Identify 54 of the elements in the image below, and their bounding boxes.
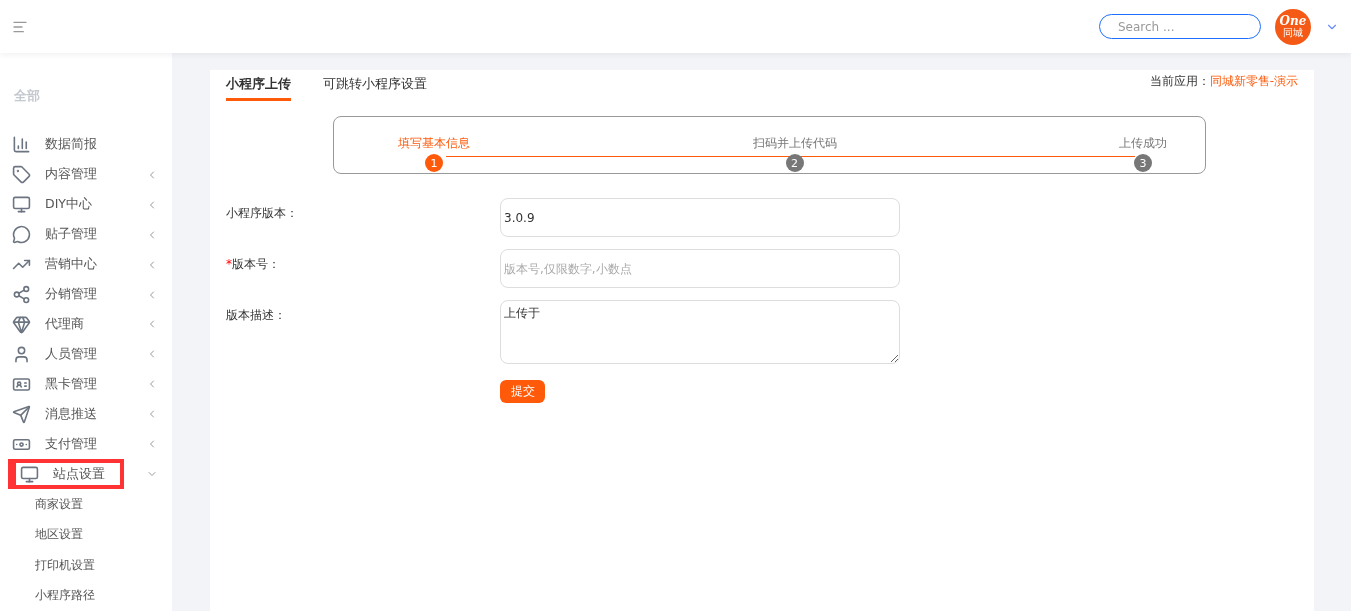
field-label: 小程序版本： bbox=[226, 206, 298, 220]
menu-icon-glyph bbox=[12, 315, 31, 334]
step-number: 2 bbox=[785, 154, 804, 172]
menu-icon-glyph bbox=[12, 404, 31, 424]
input-field[interactable]: 版本号,仅限数字,小数点 bbox=[500, 249, 900, 288]
submenu-item[interactable]: 地区设置 bbox=[0, 519, 172, 551]
menu-icon-glyph bbox=[12, 165, 31, 185]
field-label: *版本号： bbox=[226, 257, 280, 271]
menu-label: 数据简报 bbox=[45, 136, 97, 154]
menu-label: DIY中心 bbox=[45, 196, 92, 214]
current-app-label: 当前应用： bbox=[1149, 73, 1210, 90]
step-label: 上传成功 bbox=[1119, 135, 1167, 152]
menu-label: 站点设置 bbox=[53, 465, 105, 483]
submenu-item[interactable]: 小程序路径 bbox=[0, 580, 172, 611]
field-label: 版本描述： bbox=[226, 308, 286, 322]
menu-label: 代理商 bbox=[45, 316, 84, 333]
menu-label: 消息推送 bbox=[45, 405, 97, 423]
menu-item[interactable]: 营销中心 bbox=[0, 249, 172, 280]
menu-item[interactable]: 代理商 bbox=[0, 309, 172, 340]
menu-item[interactable]: 黑卡管理 bbox=[0, 369, 172, 400]
step-label: 填写基本信息 bbox=[398, 135, 470, 152]
step-number: 3 bbox=[1134, 154, 1152, 172]
menu-item[interactable]: 人员管理 bbox=[0, 339, 172, 370]
menu-item[interactable]: DIY中心 bbox=[0, 189, 172, 220]
menu-label: 黑卡管理 bbox=[45, 375, 97, 393]
menu-label: 人员管理 bbox=[45, 345, 97, 363]
input-field[interactable]: 3.0.9 bbox=[500, 198, 900, 237]
menu-label: 分销管理 bbox=[45, 286, 97, 304]
step-label: 扫码并上传代码 bbox=[752, 135, 837, 152]
menu-label: 内容管理 bbox=[45, 166, 97, 184]
tab[interactable]: 可跳转小程序设置 bbox=[323, 70, 427, 101]
menu-item[interactable]: 数据简报 bbox=[0, 130, 172, 160]
description-field[interactable]: 上传于 bbox=[500, 300, 900, 364]
menu-item[interactable]: 内容管理 bbox=[0, 159, 172, 190]
menu-item[interactable]: 贴子管理 bbox=[0, 219, 172, 250]
menu-icon-glyph bbox=[12, 225, 31, 245]
menu-icon-glyph bbox=[12, 344, 31, 364]
menu-label: 支付管理 bbox=[45, 435, 97, 453]
menu-item[interactable]: 分销管理 bbox=[0, 279, 172, 310]
step-number: 1 bbox=[425, 154, 443, 172]
menu-icon-glyph bbox=[12, 195, 31, 215]
menu-item[interactable]: 消息推送 bbox=[0, 399, 172, 430]
menu-icon-glyph bbox=[12, 135, 31, 155]
submenu-item[interactable]: 商家设置 bbox=[0, 489, 172, 520]
tab[interactable]: 小程序上传 bbox=[226, 70, 291, 101]
search-field[interactable]: Search ... bbox=[1099, 14, 1261, 39]
submenu-item[interactable]: 打印机设置 bbox=[0, 550, 172, 581]
menu-icon-glyph bbox=[20, 464, 39, 484]
current-app-name: 同城新零售-演示 bbox=[1209, 73, 1298, 90]
menu-label: 贴子管理 bbox=[45, 226, 97, 244]
menu-icon-glyph bbox=[12, 285, 31, 305]
menu-label: 营销中心 bbox=[45, 256, 97, 274]
section-title: 全部 bbox=[13, 87, 41, 105]
menu-item[interactable]: 支付管理 bbox=[0, 429, 172, 460]
